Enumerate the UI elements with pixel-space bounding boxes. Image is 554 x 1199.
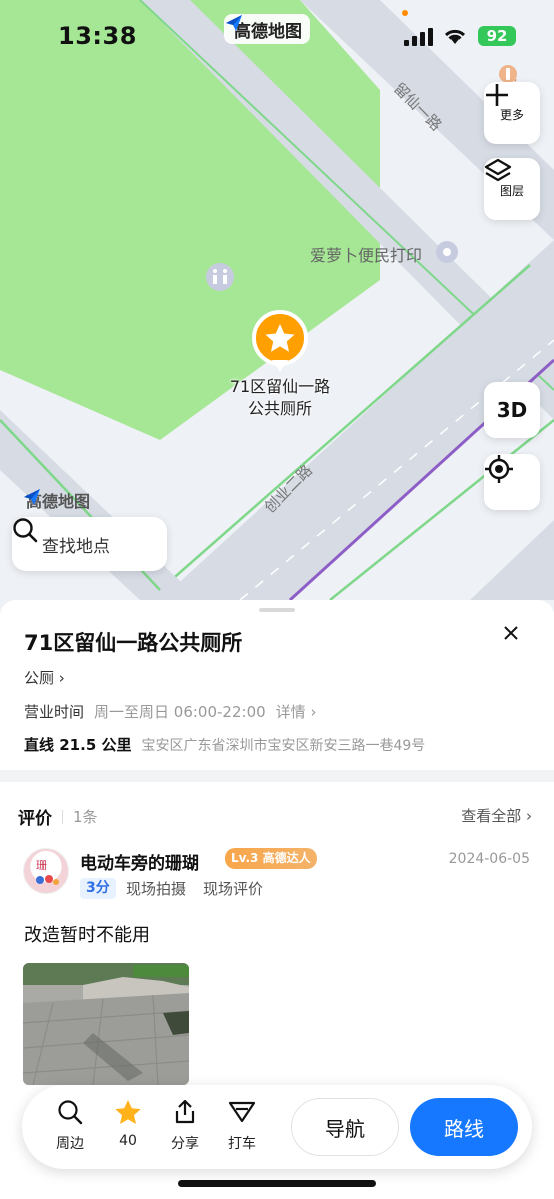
pin-label-line1: 71区留仙一路 (229, 377, 331, 396)
app-indicator-label: 高德地图 (234, 21, 302, 42)
distance-label: 直线 (24, 736, 55, 754)
close-icon[interactable] (500, 622, 522, 644)
review-tag: 现场拍摄 (126, 880, 187, 898)
favorite-button[interactable]: 40 (103, 1099, 153, 1149)
view-all-label: 查看全部 (461, 807, 522, 825)
review-user-name[interactable]: 电动车旁的珊瑚 (80, 849, 199, 874)
distance-value: 21.5 公里 (59, 736, 132, 754)
map-search-placeholder: 查找地点 (42, 536, 110, 557)
nearby-button[interactable]: 周边 (45, 1099, 95, 1153)
place-category: 公厕 (24, 669, 55, 687)
wifi-icon (443, 26, 467, 46)
share-icon (172, 1099, 198, 1129)
battery-level: 92 (486, 27, 508, 45)
app-screen: 13:38 高德地图 92 枫 留仙一路 创业二路 爱萝卜便民打印 71区留仙一… (0, 0, 554, 1199)
review-score-badge: 3分 (80, 878, 116, 899)
svg-text:珊: 珊 (36, 859, 47, 872)
privacy-indicator (402, 10, 408, 16)
avatar[interactable]: 珊 (23, 848, 69, 894)
hours-detail-label: 详情 (275, 703, 306, 721)
selected-place-map-label: 71区留仙一路 公共厕所 (200, 376, 360, 420)
hours-detail-link[interactable]: 详情 › (276, 701, 317, 722)
app-indicator-pill[interactable]: 高德地图 (224, 14, 310, 44)
share-label: 分享 (171, 1136, 199, 1152)
sheet-drag-handle[interactable] (259, 608, 295, 612)
address-text: 宝安区广东省深圳市宝安区新安三路一巷49号 (141, 738, 426, 754)
map-search-button[interactable]: 查找地点 (12, 517, 167, 571)
map-view[interactable]: 13:38 高德地图 92 枫 留仙一路 创业二路 爱萝卜便民打印 71区留仙一… (0, 0, 554, 640)
share-button[interactable]: 分享 (160, 1099, 210, 1153)
reviews-count: 1条 (73, 808, 98, 826)
star-icon (114, 1099, 142, 1129)
opening-hours-row[interactable]: 营业时间 周一至周日 06:00-22:00 详情 › (24, 701, 316, 722)
section-divider (0, 770, 554, 782)
navigate-button[interactable]: 导航 (291, 1098, 399, 1156)
more-button[interactable]: 更多 (484, 82, 540, 144)
layers-button-label: 图层 (499, 183, 524, 198)
layers-button[interactable]: 图层 (484, 158, 540, 220)
review-photo[interactable] (23, 963, 189, 1085)
taxi-button[interactable]: 打车 (217, 1099, 267, 1153)
review-tag: 现场评价 (203, 880, 264, 898)
distance-address-row: 直线 21.5 公里 宝安区广东省深圳市宝安区新安三路一巷49号 (24, 734, 425, 755)
locate-button[interactable] (484, 454, 540, 510)
nearby-label: 周边 (56, 1136, 84, 1152)
search-icon (57, 1099, 83, 1129)
place-category-link[interactable]: 公厕 › (24, 667, 65, 688)
distance-text: 直线 21.5 公里 (24, 734, 131, 755)
3d-button-label: 3D (496, 398, 528, 422)
hours-value: 周一至周日 06:00-22:00 (94, 703, 266, 721)
place-title: 71区留仙一路公共厕所 (24, 631, 243, 655)
battery-icon: 92 (478, 26, 516, 46)
reviews-title: 评价 (18, 809, 52, 829)
bottom-action-bar: 周边 40 分享 打车 导航 路线 (22, 1085, 532, 1169)
view-all-reviews-link[interactable]: 查看全部 › (461, 805, 532, 826)
pin-label-line2: 公共厕所 (247, 399, 312, 418)
status-time: 13:38 (58, 22, 137, 50)
home-indicator[interactable] (178, 1180, 376, 1187)
chevron-right-icon: › (54, 669, 65, 687)
reviews-header: 评价 1条 (18, 804, 98, 829)
map-watermark-logo: 高德地图 (22, 488, 90, 512)
route-button[interactable]: 路线 (410, 1098, 518, 1156)
favorite-count: 40 (119, 1133, 137, 1149)
more-button-label: 更多 (499, 107, 524, 122)
poi-label-print-shop[interactable]: 爱萝卜便民打印 (310, 242, 422, 266)
review-date: 2024-06-05 (448, 851, 530, 867)
review-text: 改造暂时不能用 (24, 925, 150, 946)
cellular-signal-icon (404, 28, 434, 46)
taxi-label: 打车 (228, 1136, 256, 1152)
hours-label: 营业时间 (24, 703, 85, 721)
divider (62, 809, 63, 824)
taxi-icon (228, 1099, 256, 1129)
user-level-badge: Lv.3 高德达人 (225, 848, 317, 869)
3d-button[interactable]: 3D (484, 382, 540, 438)
